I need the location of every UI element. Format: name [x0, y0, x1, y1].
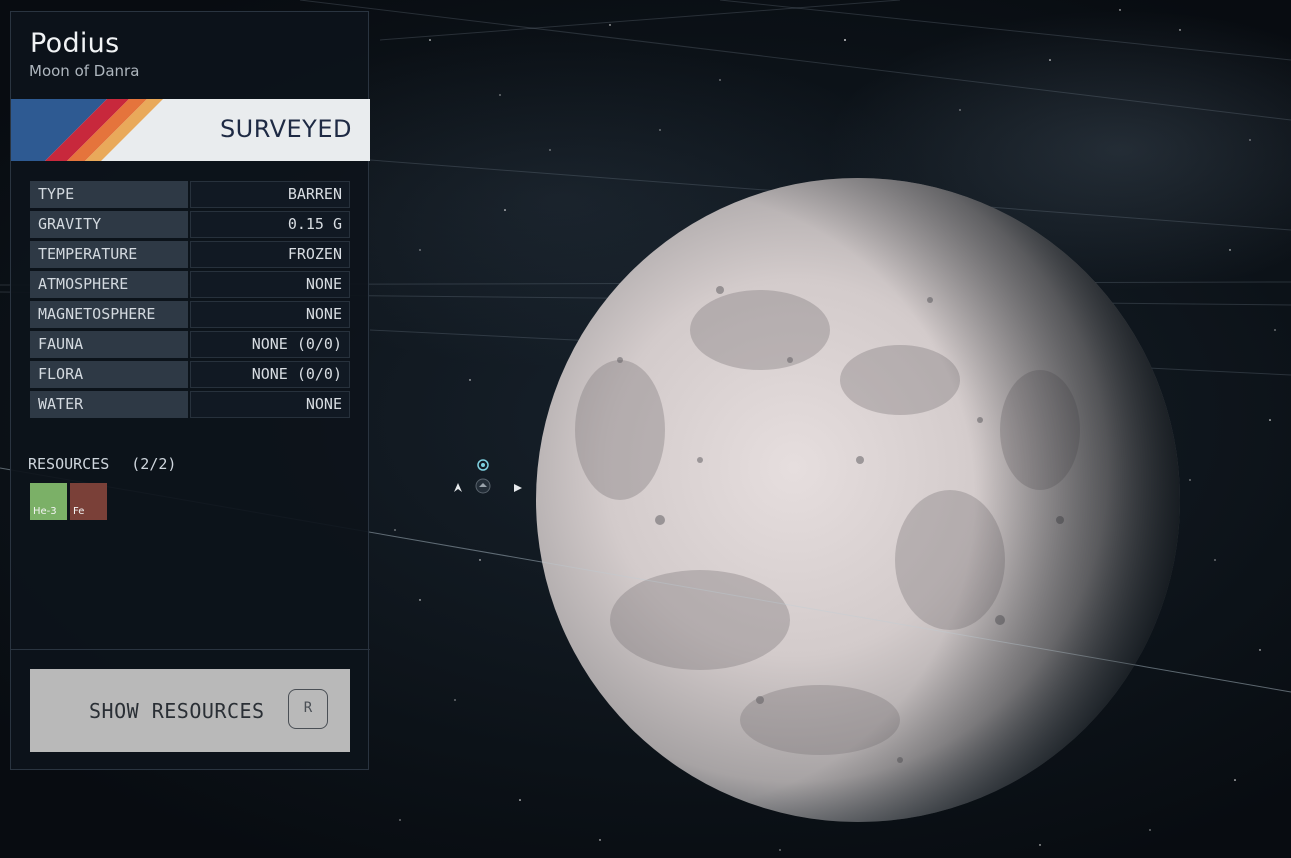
- planet-stats-table: TYPE BARREN GRAVITY 0.15 G TEMPERATURE F…: [30, 181, 350, 421]
- up-arrow-icon[interactable]: [454, 483, 462, 492]
- moon-podius[interactable]: [536, 178, 1180, 822]
- stat-key: WATER: [30, 391, 188, 418]
- stat-value: NONE: [190, 301, 350, 328]
- stat-row-atmosphere: ATMOSPHERE NONE: [30, 271, 350, 298]
- stat-value: NONE (0/0): [190, 361, 350, 388]
- panel-divider: [11, 649, 370, 650]
- stat-value: BARREN: [190, 181, 350, 208]
- planet-subtitle: Moon of Danra: [29, 62, 140, 80]
- stat-value: FROZEN: [190, 241, 350, 268]
- stat-row-magnetosphere: MAGNETOSPHERE NONE: [30, 301, 350, 328]
- ship-marker-icon[interactable]: [475, 478, 491, 494]
- stat-value: 0.15 G: [190, 211, 350, 238]
- stat-row-gravity: GRAVITY 0.15 G: [30, 211, 350, 238]
- orbit-marker-icon[interactable]: [477, 459, 489, 471]
- show-resources-label: SHOW RESOURCES: [89, 699, 265, 723]
- resources-count: (2/2): [131, 455, 177, 473]
- stat-key: FAUNA: [30, 331, 188, 358]
- survey-status-banner: SURVEYED: [11, 99, 370, 161]
- resource-symbol: He-3: [33, 506, 57, 517]
- survey-status-label: SURVEYED: [219, 115, 352, 143]
- planet-info-panel: Podius Moon of Danra SURVEYED TYPE BARRE…: [10, 11, 370, 770]
- stat-row-fauna: FAUNA NONE (0/0): [30, 331, 350, 358]
- right-arrow-icon[interactable]: [514, 484, 522, 492]
- stat-value: NONE: [190, 271, 350, 298]
- stat-key: FLORA: [30, 361, 188, 388]
- planet-name: Podius: [30, 28, 120, 59]
- stat-key: MAGNETOSPHERE: [30, 301, 188, 328]
- resources-heading: RESOURCES (2/2): [28, 455, 176, 473]
- resource-tile-fe[interactable]: Fe: [70, 483, 107, 520]
- stat-value: NONE (0/0): [190, 331, 350, 358]
- stripes-logo: [11, 99, 163, 161]
- stat-row-type: TYPE BARREN: [30, 181, 350, 208]
- resources-label: RESOURCES: [28, 455, 110, 473]
- keybind-hint: R: [288, 689, 328, 729]
- stat-key: TEMPERATURE: [30, 241, 188, 268]
- stat-key: GRAVITY: [30, 211, 188, 238]
- stat-key: ATMOSPHERE: [30, 271, 188, 298]
- stat-key: TYPE: [30, 181, 188, 208]
- resource-symbol: Fe: [73, 506, 85, 517]
- stat-row-flora: FLORA NONE (0/0): [30, 361, 350, 388]
- show-resources-button[interactable]: SHOW RESOURCES R: [30, 669, 350, 752]
- stat-value: NONE: [190, 391, 350, 418]
- nav-markers: [454, 459, 522, 494]
- stat-row-water: WATER NONE: [30, 391, 350, 418]
- resource-tile-he3[interactable]: He-3: [30, 483, 67, 520]
- stat-row-temperature: TEMPERATURE FROZEN: [30, 241, 350, 268]
- resource-list: He-3 Fe: [30, 483, 107, 520]
